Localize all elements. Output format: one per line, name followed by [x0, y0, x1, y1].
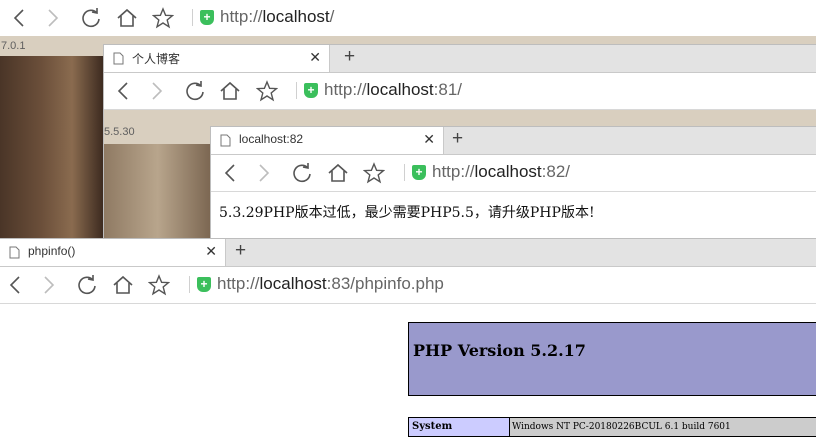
php-version-title: PHP Version 5.2.17: [413, 341, 586, 360]
toolbar: + http://localhost/: [0, 0, 816, 36]
tab-title: 个人博客: [132, 52, 181, 66]
forward-button[interactable]: [46, 7, 60, 29]
browser-window-3: localhost:82 ✕ + + http://localhost:82/ …: [210, 126, 816, 239]
address-bar[interactable]: + http://localhost:82/: [404, 162, 794, 184]
close-icon[interactable]: ✕: [309, 49, 321, 66]
reload-button[interactable]: [76, 274, 98, 296]
url-text[interactable]: http://localhost:83/phpinfo.php: [217, 274, 444, 294]
photo-area: [0, 56, 103, 246]
url-text[interactable]: http://localhost:82/: [432, 162, 570, 182]
reload-button[interactable]: [80, 7, 102, 29]
tab-phpinfo[interactable]: phpinfo() ✕: [0, 239, 226, 266]
toolbar: + http://localhost:82/: [211, 155, 816, 192]
home-button[interactable]: [327, 162, 349, 184]
home-button[interactable]: [219, 80, 241, 102]
separator: [404, 164, 405, 181]
forward-button[interactable]: [42, 274, 56, 296]
address-bar[interactable]: + http://localhost:81/: [296, 80, 696, 102]
address-bar[interactable]: + http://localhost/: [192, 7, 592, 29]
row-value: Windows NT PC-20180226BCUL 6.1 build 760…: [510, 418, 816, 436]
home-button[interactable]: [112, 274, 134, 296]
bookmark-star-button[interactable]: [152, 7, 174, 29]
page-icon: [220, 134, 231, 147]
back-button[interactable]: [8, 274, 22, 296]
tab-strip: phpinfo() ✕ +: [0, 239, 816, 267]
forward-button[interactable]: [150, 80, 164, 102]
back-button[interactable]: [223, 162, 237, 184]
secure-shield-icon: +: [197, 277, 211, 292]
row-key: System: [409, 418, 510, 436]
new-tab-plus-icon[interactable]: +: [344, 47, 355, 67]
separator: [192, 9, 193, 26]
back-button[interactable]: [116, 80, 130, 102]
phpinfo-table: System Windows NT PC-20180226BCUL 6.1 bu…: [408, 417, 816, 437]
browser-window-4: phpinfo() ✕ + + http://localhost:83/phpi…: [0, 238, 816, 442]
tab-title: localhost:82: [239, 132, 304, 146]
tab-strip: 个人博客 ✕ +: [104, 45, 816, 73]
secure-shield-icon: +: [304, 83, 318, 98]
php-version-header: PHP Version 5.2.17: [408, 322, 816, 396]
table-row: System Windows NT PC-20180226BCUL 6.1 bu…: [409, 418, 816, 436]
bookmark-star-button[interactable]: [148, 274, 170, 296]
tab-blog[interactable]: 个人博客 ✕: [104, 45, 330, 72]
page-icon: [113, 52, 124, 65]
tab-strip: localhost:82 ✕ +: [211, 127, 816, 155]
php-version-error-message: 5.3.29PHP版本过低，最少需要PHP5.5，请升级PHP版本!: [219, 205, 595, 221]
page-icon: [9, 246, 20, 259]
new-tab-plus-icon[interactable]: +: [452, 129, 463, 149]
separator: [189, 276, 190, 293]
url-text[interactable]: http://localhost:81/: [324, 80, 462, 100]
tab-title: phpinfo(): [28, 244, 76, 258]
toolbar: + http://localhost:81/: [104, 73, 816, 110]
tab-localhost-82[interactable]: localhost:82 ✕: [211, 127, 444, 154]
bookmark-star-button[interactable]: [363, 162, 385, 184]
photo-area: [104, 144, 211, 245]
home-button[interactable]: [116, 7, 138, 29]
secure-shield-icon: +: [200, 10, 214, 25]
separator: [296, 82, 297, 99]
page-content: 5.3.29PHP版本过低，最少需要PHP5.5，请升级PHP版本!: [211, 192, 816, 239]
new-tab-plus-icon[interactable]: +: [235, 241, 246, 261]
forward-button[interactable]: [257, 162, 271, 184]
url-text[interactable]: http://localhost/: [220, 7, 334, 27]
address-bar[interactable]: + http://localhost:83/phpinfo.php: [189, 274, 589, 296]
secure-shield-icon: +: [412, 165, 426, 180]
version-label: 5.5.30: [104, 126, 135, 138]
toolbar: + http://localhost:83/phpinfo.php: [0, 267, 816, 304]
back-button[interactable]: [12, 7, 26, 29]
close-icon[interactable]: ✕: [205, 243, 217, 260]
bookmark-star-button[interactable]: [256, 80, 278, 102]
reload-button[interactable]: [184, 80, 206, 102]
page-content: PHP Version 5.2.17 System Windows NT PC-…: [0, 304, 816, 442]
reload-button[interactable]: [291, 162, 313, 184]
close-icon[interactable]: ✕: [423, 131, 435, 148]
version-label: 7.0.1: [1, 40, 26, 52]
